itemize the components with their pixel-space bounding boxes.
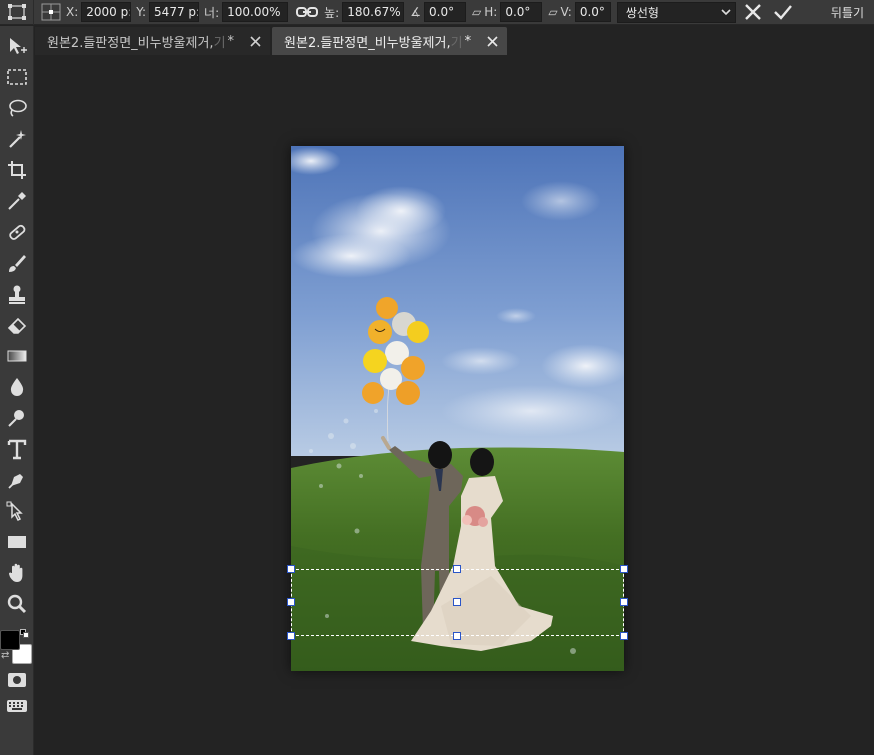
swap-colors-icon[interactable]: ⇄ <box>1 650 9 661</box>
document-tab-1[interactable]: 원본2.들판정면_비누방울제거,기 * <box>35 27 271 55</box>
width-field[interactable]: 100.00% <box>222 2 289 22</box>
angle-icon: ∡ <box>410 5 421 19</box>
y-field[interactable]: 5477 p: <box>149 2 200 22</box>
reference-point-icon[interactable] <box>40 2 62 22</box>
magic-wand-tool-icon[interactable] <box>3 125 31 153</box>
warp-button[interactable]: 뒤틀기 <box>821 0 874 25</box>
marquee-tool-icon[interactable] <box>3 63 31 91</box>
skew-v-field[interactable]: 0.0° <box>574 2 611 22</box>
default-colors-icon[interactable] <box>20 629 30 639</box>
transform-handle-right[interactable] <box>620 598 628 606</box>
transform-handle-top[interactable] <box>453 565 461 573</box>
eraser-tool-icon[interactable] <box>3 311 31 339</box>
commit-transform-button[interactable] <box>770 0 796 24</box>
dodge-tool-icon[interactable] <box>3 404 31 432</box>
transform-handle-center[interactable] <box>453 598 461 606</box>
color-swatches: ⇄ <box>0 626 34 670</box>
angle-field[interactable]: 0.0° <box>424 2 466 22</box>
hand-tool-icon[interactable] <box>3 559 31 587</box>
close-tab-icon[interactable] <box>485 34 499 48</box>
blur-tool-icon[interactable] <box>3 373 31 401</box>
options-bar: X: 2000 p: Y: 5477 p: 너: 100.00% 높: 180.… <box>0 0 874 25</box>
document-tab-2[interactable]: 원본2.들판정면_비누방울제거,기 * <box>272 27 508 55</box>
tab-title: 원본2.들판정면_비누방울제거,기 <box>47 35 226 51</box>
transform-handle-bottom-left[interactable] <box>287 632 295 640</box>
transform-handle-bottom[interactable] <box>453 632 461 640</box>
rectangle-tool-icon[interactable] <box>3 528 31 556</box>
path-select-tool-icon[interactable] <box>3 497 31 525</box>
document-tabs: 원본2.들판정면_비누방울제거,기 * 원본2.들판정면_비누방울제거,기 * <box>35 27 508 55</box>
interpolation-value: 쌍선형 <box>625 5 659 20</box>
skew-v-icon: ▱ <box>548 5 558 19</box>
quick-mask-icon[interactable] <box>3 666 31 694</box>
skew-h-icon: ▱ <box>472 5 482 19</box>
skew-h-field[interactable]: 0.0° <box>500 2 543 22</box>
stamp-tool-icon[interactable] <box>3 280 31 308</box>
transform-handle-top-right[interactable] <box>620 565 628 573</box>
close-tab-icon[interactable] <box>248 34 262 48</box>
zoom-tool-icon[interactable] <box>3 590 31 618</box>
gradient-tool-icon[interactable] <box>3 342 31 370</box>
transform-tool-icon[interactable] <box>0 0 34 25</box>
lasso-tool-icon[interactable] <box>3 94 31 122</box>
canvas-area[interactable] <box>35 56 874 755</box>
skew-v-label: V: <box>560 5 572 19</box>
check-icon <box>773 5 792 20</box>
transform-handle-left[interactable] <box>287 598 295 606</box>
x-label: X: <box>66 5 79 19</box>
foreground-color-swatch[interactable] <box>0 630 20 650</box>
toolbox: ⇄ <box>0 26 34 755</box>
skew-h-label: H: <box>484 5 498 19</box>
unsaved-marker: * <box>464 33 472 49</box>
height-label: 높: <box>324 5 340 20</box>
crop-tool-icon[interactable] <box>3 156 31 184</box>
width-label: 너: <box>204 5 220 20</box>
height-field[interactable]: 180.67% <box>342 2 405 22</box>
pen-tool-icon[interactable] <box>3 466 31 494</box>
interpolation-select[interactable]: 쌍선형 <box>616 1 736 23</box>
x-field[interactable]: 2000 p: <box>81 2 132 22</box>
move-tool-icon[interactable] <box>3 32 31 60</box>
chevron-down-icon <box>721 9 731 16</box>
link-aspect-icon[interactable] <box>294 2 320 22</box>
transform-handle-top-left[interactable] <box>287 565 295 573</box>
eyedropper-tool-icon[interactable] <box>3 187 31 215</box>
cancel-transform-button[interactable] <box>740 0 766 24</box>
unsaved-marker: * <box>227 33 235 49</box>
transform-handle-bottom-right[interactable] <box>620 632 628 640</box>
keyboard-icon[interactable] <box>3 692 31 720</box>
y-label: Y: <box>136 5 147 19</box>
brush-tool-icon[interactable] <box>3 249 31 277</box>
type-tool-icon[interactable] <box>3 435 31 463</box>
tab-title: 원본2.들판정면_비누방울제거,기 <box>284 35 463 51</box>
close-icon <box>744 4 761 20</box>
healing-tool-icon[interactable] <box>3 218 31 246</box>
